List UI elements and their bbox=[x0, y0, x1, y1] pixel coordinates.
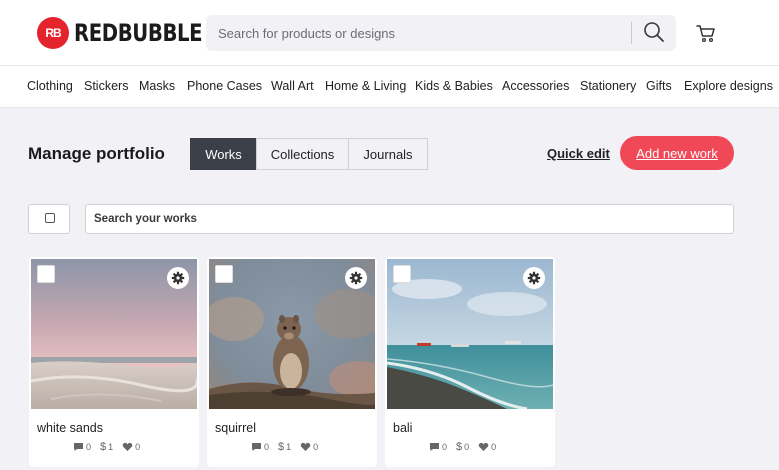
dollar-icon: $ bbox=[456, 441, 463, 453]
comment-icon bbox=[74, 443, 83, 451]
select-work-checkbox[interactable] bbox=[37, 265, 55, 283]
page-title: Manage portfolio bbox=[28, 144, 165, 163]
work-card[interactable]: squirrel 0 $ 1 0 bbox=[207, 257, 377, 467]
work-card[interactable]: white sands 0 $ 1 0 bbox=[29, 257, 199, 467]
work-settings-button[interactable] bbox=[167, 267, 189, 289]
nav-item-explore-designs[interactable]: Explore designs bbox=[684, 79, 773, 93]
select-work-checkbox[interactable] bbox=[215, 265, 233, 283]
work-stats: 0 $ 1 0 bbox=[251, 441, 327, 453]
sales-count: $ 0 bbox=[456, 441, 470, 453]
work-title[interactable]: squirrel bbox=[215, 421, 256, 435]
comment-icon bbox=[252, 443, 261, 451]
work-title[interactable]: white sands bbox=[37, 421, 103, 435]
category-nav: Clothing Stickers Masks Phone Cases Wall… bbox=[0, 66, 779, 108]
comment-icon bbox=[430, 443, 439, 451]
logo-text: REDBUBBLE bbox=[74, 19, 203, 47]
gear-icon bbox=[171, 271, 185, 285]
select-work-checkbox[interactable] bbox=[393, 265, 411, 283]
nav-item-stationery[interactable]: Stationery bbox=[580, 79, 636, 93]
work-stats: 0 $ 1 0 bbox=[73, 441, 149, 453]
work-stats: 0 $ 0 0 bbox=[429, 441, 505, 453]
work-title[interactable]: bali bbox=[393, 421, 412, 435]
favorite-count: 0 bbox=[478, 442, 496, 452]
portfolio-tabs: Works Collections Journals bbox=[190, 138, 428, 170]
cart-button[interactable] bbox=[694, 22, 718, 46]
cart-icon bbox=[696, 25, 715, 43]
redbubble-logo[interactable]: RB REDBUBBLE bbox=[37, 17, 230, 49]
nav-item-gifts[interactable]: Gifts bbox=[646, 79, 672, 93]
tab-works[interactable]: Works bbox=[190, 138, 257, 170]
dollar-icon: $ bbox=[278, 441, 285, 453]
nav-item-phone-cases[interactable]: Phone Cases bbox=[187, 79, 262, 93]
product-search bbox=[206, 15, 676, 51]
gear-icon bbox=[527, 271, 541, 285]
site-header: RB REDBUBBLE bbox=[0, 0, 779, 66]
logo-mark: RB bbox=[37, 17, 69, 49]
sales-count: $ 1 bbox=[100, 441, 114, 453]
work-settings-button[interactable] bbox=[523, 267, 545, 289]
gear-icon bbox=[349, 271, 363, 285]
work-settings-button[interactable] bbox=[345, 267, 367, 289]
nav-item-clothing[interactable]: Clothing bbox=[27, 79, 73, 93]
heart-icon bbox=[300, 442, 311, 451]
favorite-count: 0 bbox=[122, 442, 140, 452]
dollar-icon: $ bbox=[100, 441, 107, 453]
heart-icon bbox=[122, 442, 133, 451]
tab-journals[interactable]: Journals bbox=[348, 138, 428, 170]
nav-item-wall-art[interactable]: Wall Art bbox=[271, 79, 314, 93]
tab-collections[interactable]: Collections bbox=[256, 138, 349, 170]
search-icon bbox=[644, 21, 664, 42]
quick-edit-link[interactable]: Quick edit bbox=[547, 146, 610, 161]
search-button[interactable] bbox=[638, 19, 670, 47]
product-search-input[interactable] bbox=[206, 15, 626, 51]
heart-icon bbox=[478, 442, 489, 451]
nav-item-masks[interactable]: Masks bbox=[139, 79, 175, 93]
search-divider bbox=[631, 22, 632, 44]
select-all-checkbox[interactable] bbox=[28, 204, 70, 234]
comment-count: 0 bbox=[429, 442, 447, 452]
nav-item-stickers[interactable]: Stickers bbox=[84, 79, 128, 93]
favorite-count: 0 bbox=[300, 442, 318, 452]
nav-item-accessories[interactable]: Accessories bbox=[502, 79, 569, 93]
checkbox-square bbox=[45, 213, 55, 223]
nav-item-kids-babies[interactable]: Kids & Babies bbox=[415, 79, 493, 93]
sales-count: $ 1 bbox=[278, 441, 292, 453]
nav-item-home-living[interactable]: Home & Living bbox=[325, 79, 406, 93]
works-search-input[interactable] bbox=[85, 204, 734, 234]
work-card[interactable]: bali 0 $ 0 0 bbox=[385, 257, 555, 467]
add-new-work-button[interactable]: Add new work bbox=[620, 136, 734, 170]
comment-count: 0 bbox=[251, 442, 269, 452]
comment-count: 0 bbox=[73, 442, 91, 452]
